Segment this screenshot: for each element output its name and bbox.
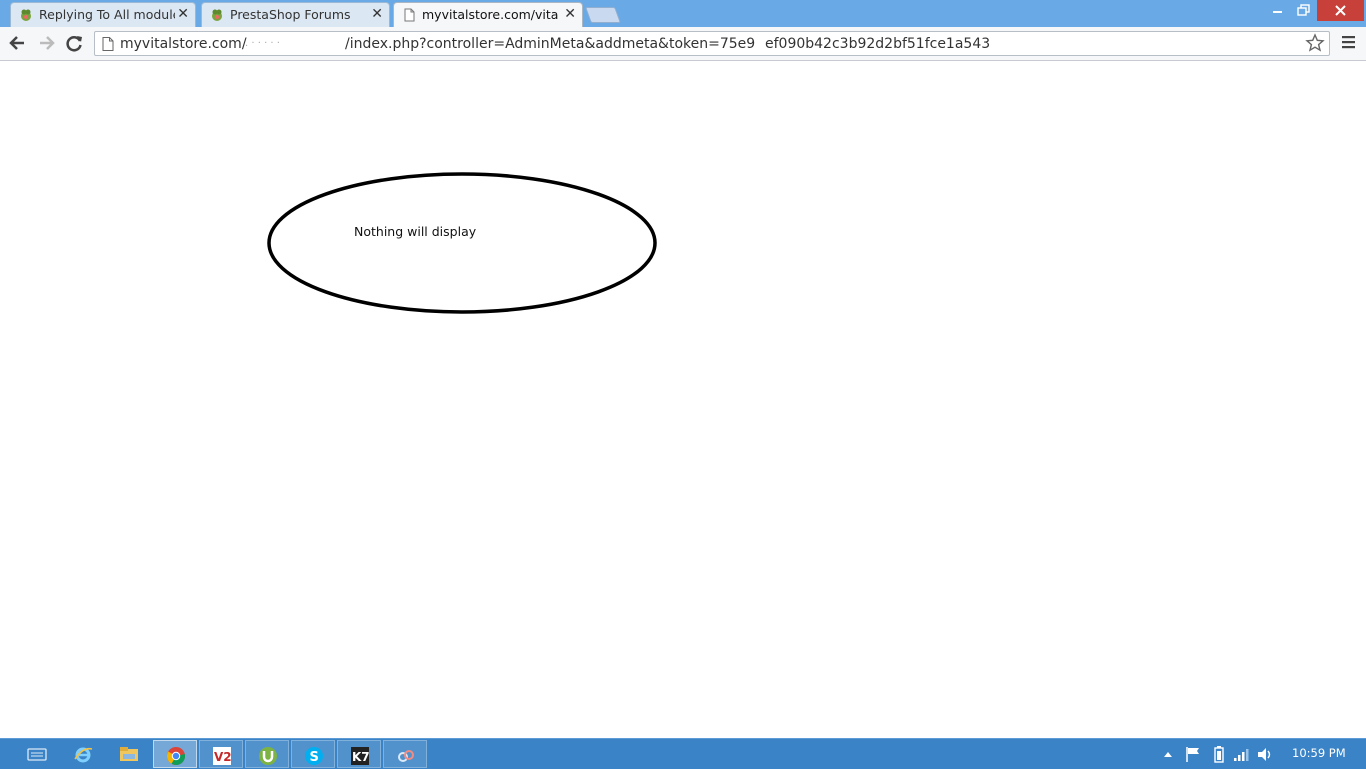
svg-text:S: S (310, 750, 319, 765)
reload-icon (66, 36, 82, 52)
back-button[interactable] (6, 32, 30, 54)
close-tab-icon[interactable]: ✕ (177, 6, 189, 22)
utorrent-icon (259, 747, 277, 765)
volume-icon[interactable] (1256, 739, 1274, 769)
reload-button[interactable] (63, 32, 87, 54)
taskbar-utorrent[interactable] (245, 740, 289, 768)
annotation-text: Nothing will display (354, 224, 477, 239)
chrome-icon (166, 747, 186, 766)
v2-app-icon: V2 (213, 747, 232, 765)
network-app-icon (398, 750, 414, 762)
windows-taskbar: V2 S K7 10:59 PM (0, 738, 1366, 769)
annotation-ellipse (267, 172, 657, 314)
address-bar[interactable]: myvitalstore.com/ . · · · · · /index.php… (94, 31, 1330, 56)
prestashop-icon (21, 9, 31, 21)
tab-prestashop-forums[interactable]: PrestaShop Forums ✕ (201, 2, 390, 27)
taskbar-keyboard[interactable] (15, 740, 59, 768)
taskbar-skype[interactable]: S (291, 740, 335, 768)
tab-title: PrestaShop Forums (230, 7, 351, 22)
k7-antivirus-icon: K7 (351, 747, 370, 765)
tab-title: myvitalstore.com/vitaladr (422, 7, 558, 22)
forward-button[interactable] (34, 32, 58, 54)
prestashop-icon (212, 9, 222, 21)
taskbar-internet-explorer[interactable] (61, 740, 105, 768)
new-tab-button[interactable] (585, 7, 621, 23)
restore-icon (1297, 4, 1310, 16)
close-tab-icon[interactable]: ✕ (564, 6, 576, 22)
taskbar-v2-app[interactable]: V2 (199, 740, 243, 768)
close-icon (1335, 5, 1346, 16)
forward-arrow-icon (40, 36, 55, 50)
show-hidden-icons-icon[interactable] (1162, 739, 1174, 769)
hamburger-menu-icon (1342, 36, 1355, 49)
tab-replying[interactable]: Replying To All modules c ✕ (10, 2, 196, 27)
battery-icon[interactable] (1212, 739, 1226, 769)
taskbar-network-app[interactable] (383, 740, 427, 768)
svg-text:K7: K7 (352, 750, 370, 764)
tab-myvitalstore[interactable]: myvitalstore.com/vitaladr ✕ (393, 2, 583, 28)
tab-title: Replying To All modules c (39, 7, 175, 22)
minimize-icon (1273, 11, 1282, 13)
file-explorer-icon (120, 747, 138, 761)
minimize-button[interactable] (1264, 0, 1290, 21)
taskbar-clock[interactable]: 10:59 PM (1292, 746, 1346, 760)
internet-explorer-icon (74, 747, 93, 763)
page-content (0, 61, 1366, 738)
url-path: /index.php?controller=AdminMeta&addmeta&… (345, 36, 756, 52)
taskbar-file-explorer[interactable] (107, 740, 151, 768)
close-tab-icon[interactable]: ✕ (371, 6, 383, 22)
taskbar-chrome[interactable] (153, 740, 197, 768)
back-arrow-icon (9, 36, 24, 50)
browser-titlebar: Replying To All modules c ✕ PrestaShop F… (0, 0, 1366, 28)
keyboard-icon (27, 748, 47, 761)
restore-button[interactable] (1290, 0, 1317, 21)
action-center-flag-icon[interactable] (1184, 739, 1202, 769)
network-signal-icon[interactable] (1232, 739, 1250, 769)
browser-toolbar: myvitalstore.com/ . · · · · · /index.php… (0, 27, 1366, 61)
chrome-menu-button[interactable] (1340, 33, 1358, 55)
url-redacted: . · · · · · (245, 38, 280, 49)
page-info-icon (102, 37, 114, 51)
skype-icon: S (305, 747, 323, 765)
url-host: myvitalstore.com/ (120, 36, 247, 52)
svg-text:V2: V2 (214, 750, 232, 764)
window-close-button[interactable] (1317, 0, 1364, 21)
taskbar-k7[interactable]: K7 (337, 740, 381, 768)
bookmark-star-icon[interactable] (1305, 33, 1325, 53)
page-icon (404, 8, 415, 22)
url-token-tail: ef090b42c3b92d2bf51fce1a543 (765, 36, 991, 52)
